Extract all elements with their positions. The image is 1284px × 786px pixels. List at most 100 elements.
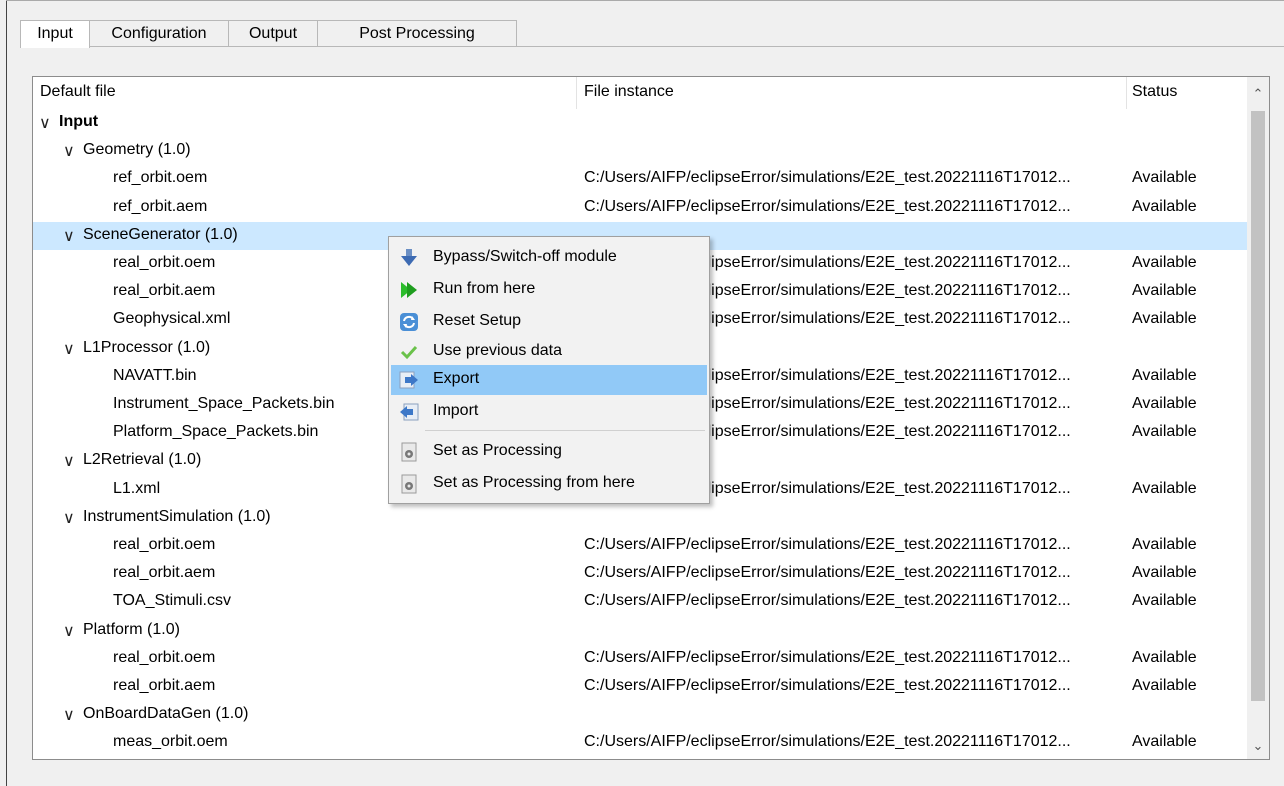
file-row[interactable]: meas_orbit.oem C:/Users/AIFP/eclipseError… <box>33 729 1247 757</box>
row-name: Platform_Space_Packets.bin <box>113 423 319 441</box>
vertical-scrollbar[interactable]: ⌃ ⌄ <box>1247 77 1269 759</box>
menu-item-export[interactable]: Export <box>391 365 707 395</box>
row-name: Geometry (1.0) <box>83 141 191 159</box>
row-name: Geophysical.xml <box>113 310 231 328</box>
row-status: Available <box>1132 282 1197 300</box>
row-name: real_orbit.aem <box>113 564 216 582</box>
row-status: Available <box>1132 677 1197 694</box>
window-left-border <box>6 0 7 786</box>
row-file-instance: C:/Users/AIFP/eclipseError/simulations/E… <box>584 536 1071 553</box>
menu-item-label: Set as Processing from here <box>433 474 635 491</box>
import-icon <box>400 403 419 421</box>
group-row[interactable]: ∨ Platform (1.0) <box>33 617 1247 645</box>
row-status: Available <box>1132 423 1197 441</box>
chevron-down-icon[interactable]: ∨ <box>63 141 75 161</box>
row-name: ref_orbit.aem <box>113 197 208 215</box>
row-name: InstrumentSimulation (1.0) <box>83 507 271 525</box>
column-header-default-file[interactable]: Default file <box>40 83 116 101</box>
tab-post-processing[interactable]: Post Processing <box>317 20 517 46</box>
row-name: Platform (1.0) <box>83 620 180 638</box>
run-icon <box>401 282 417 298</box>
row-name: real_orbit.oem <box>113 254 216 271</box>
tab-output[interactable]: Output <box>228 20 318 46</box>
row-status: Available <box>1132 648 1197 666</box>
row-status: Available <box>1132 536 1197 553</box>
file-row[interactable]: TOA_Stimuli.csv C:/Users/AIFP/eclipseErro… <box>33 588 1247 616</box>
row-name: meas_orbit.oem <box>113 733 228 751</box>
scroll-thumb[interactable] <box>1251 111 1265 701</box>
processing-icon <box>401 442 417 462</box>
row-status: Available <box>1132 395 1197 412</box>
row-name: Input <box>59 113 99 130</box>
column-header-file-instance[interactable]: File instance <box>584 83 674 101</box>
tree-header: Default file File instance Status <box>33 77 1247 109</box>
chevron-down-icon[interactable]: ∨ <box>39 113 51 133</box>
file-row[interactable]: real_orbit.oem C:/Users/AIFP/eclipseError… <box>33 532 1247 560</box>
row-file-instance: C:/Users/AIFP/eclipseError/simulations/E… <box>584 677 1071 694</box>
row-name: L1.xml <box>113 479 161 497</box>
menu-item-label: Run from here <box>433 280 536 297</box>
menu-item-import[interactable]: Import <box>391 397 707 427</box>
chevron-down-icon[interactable]: ∨ <box>63 451 75 471</box>
tab-divider <box>20 46 1284 47</box>
file-row[interactable]: ref_orbit.aem C:/Users/AIFP/eclipseError/… <box>33 194 1247 222</box>
menu-item-set-as-processing-from-here[interactable]: Set as Processing from here <box>391 469 707 499</box>
file-row[interactable]: real_orbit.aem C:/Users/AIFP/eclipseError… <box>33 673 1247 701</box>
row-status: Available <box>1132 254 1197 271</box>
row-name: L1Processor (1.0) <box>83 338 211 356</box>
checkmark-icon <box>400 345 418 360</box>
menu-item-run-from-here[interactable]: Run from here <box>391 275 707 305</box>
row-name: TOA_Stimuli.csv <box>113 592 231 610</box>
menu-item-label: Bypass/Switch-off module <box>433 248 617 265</box>
export-icon <box>399 371 418 389</box>
menu-item-label: Reset Setup <box>433 312 522 329</box>
scroll-down-icon[interactable]: ⌄ <box>1247 735 1269 757</box>
chevron-down-icon[interactable]: ∨ <box>63 339 75 359</box>
window-top-border <box>6 0 1284 1</box>
chevron-down-icon[interactable]: ∨ <box>63 621 75 641</box>
group-row[interactable]: ∨ InstrumentSimulation (1.0) <box>33 504 1247 532</box>
chevron-down-icon[interactable]: ∨ <box>63 508 75 528</box>
row-name: ref_orbit.oem <box>113 169 208 187</box>
group-row[interactable]: ∨ OnBoardDataGen (1.0) <box>33 701 1247 729</box>
tab-input[interactable]: Input <box>20 20 90 48</box>
menu-item-reset-setup[interactable]: Reset Setup <box>391 307 707 337</box>
context-menu: Bypass/Switch-off module Run from here R… <box>388 236 710 504</box>
menu-item-label: Import <box>433 402 479 419</box>
menu-item-label: Export <box>433 370 480 387</box>
row-name: SceneGenerator (1.0) <box>83 225 238 243</box>
row-name: real_orbit.aem <box>113 282 216 300</box>
file-row[interactable]: real_orbit.aem C:/Users/AIFP/eclipseError… <box>33 560 1247 588</box>
menu-item-set-as-processing[interactable]: Set as Processing <box>391 437 707 467</box>
column-separator[interactable] <box>1126 77 1127 109</box>
menu-separator <box>425 430 705 431</box>
row-name: L2Retrieval (1.0) <box>83 451 202 469</box>
row-name: NAVATT.bin <box>113 366 197 384</box>
row-status: Available <box>1132 592 1197 610</box>
row-name: real_orbit.oem <box>113 536 216 553</box>
chevron-down-icon[interactable]: ∨ <box>63 705 75 725</box>
group-row[interactable]: ∨ Input <box>33 109 1247 137</box>
scroll-up-icon[interactable]: ⌃ <box>1247 83 1269 105</box>
row-name: real_orbit.oem <box>113 648 216 666</box>
row-status: Available <box>1132 366 1197 384</box>
menu-item-label: Use previous data <box>433 342 562 359</box>
row-file-instance: C:/Users/AIFP/eclipseError/simulations/E… <box>584 197 1071 215</box>
processing-from-here-icon <box>401 474 417 494</box>
group-row[interactable]: ∨ Geometry (1.0) <box>33 137 1247 165</box>
menu-item-bypass[interactable]: Bypass/Switch-off module <box>391 243 707 273</box>
tab-configuration[interactable]: Configuration <box>89 20 229 46</box>
bypass-icon <box>401 249 417 266</box>
column-separator[interactable] <box>576 77 577 109</box>
chevron-down-icon[interactable]: ∨ <box>63 226 75 246</box>
row-status: Available <box>1132 310 1197 328</box>
file-row[interactable]: ref_orbit.oem C:/Users/AIFP/eclipseError/… <box>33 165 1247 193</box>
row-name: Instrument_Space_Packets.bin <box>113 395 335 412</box>
menu-item-use-previous-data[interactable]: Use previous data <box>391 337 707 367</box>
row-file-instance: C:/Users/AIFP/eclipseError/simulations/E… <box>584 733 1071 751</box>
file-row[interactable]: real_orbit.oem C:/Users/AIFP/eclipseError… <box>33 645 1247 673</box>
row-file-instance: C:/Users/AIFP/eclipseError/simulations/E… <box>584 648 1071 666</box>
row-status: Available <box>1132 564 1197 582</box>
row-name: OnBoardDataGen (1.0) <box>83 705 249 723</box>
column-header-status[interactable]: Status <box>1132 83 1177 101</box>
